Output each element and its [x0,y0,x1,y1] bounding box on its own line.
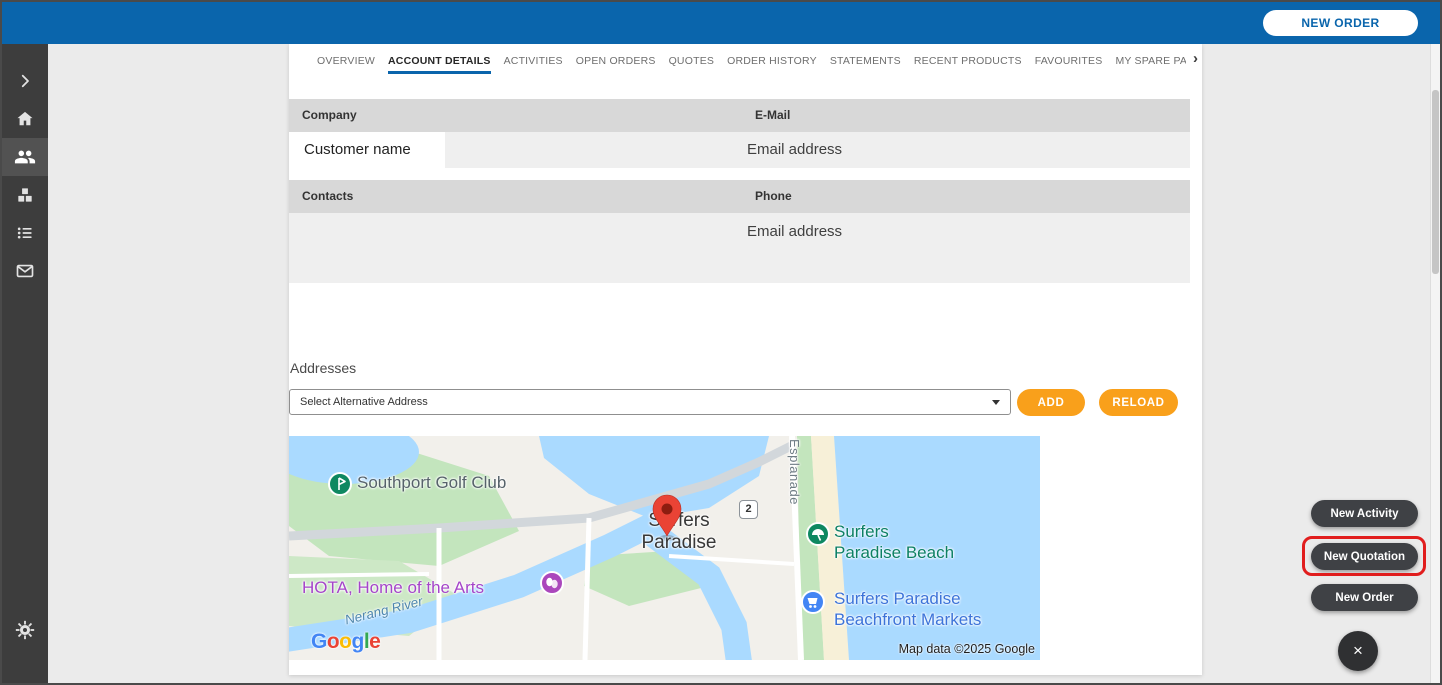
hota-label[interactable]: HOTA, Home of the Arts [302,578,484,598]
tab-statements[interactable]: STATEMENTS [830,55,901,74]
topbar: NEW ORDER [2,2,1440,44]
details-value-row-1: Customer name Email address [289,132,1190,168]
reload-addresses-button[interactable]: RELOAD [1099,389,1178,416]
tab-bar: OVERVIEW ACCOUNT DETAILS ACTIVITIES OPEN… [317,44,1186,74]
tabs-more-icon[interactable]: › [1193,50,1198,68]
markets-label-line2: Beachfront Markets [834,609,981,630]
sidebar-item-settings[interactable] [2,611,48,649]
new-order-fab-button[interactable]: New Order [1311,584,1418,611]
boxes-icon [15,185,35,205]
add-address-button[interactable]: ADD [1017,389,1085,416]
golf-club-poi-icon[interactable] [329,473,351,495]
tab-order-history[interactable]: ORDER HISTORY [727,55,817,74]
scrollbar-thumb[interactable] [1432,90,1439,274]
company-header: Company [302,99,357,132]
home-icon [15,109,35,129]
alternative-address-select[interactable]: Select Alternative Address [289,389,1011,415]
esplanade-label: Esplanade [787,439,802,505]
company-input[interactable]: Customer name [289,132,445,168]
google-logo-letter: G [311,630,327,653]
alternative-address-select-value: Select Alternative Address [300,396,428,408]
details-value-row-2: Email address [289,213,1190,283]
sidebar-item-products[interactable] [2,176,48,214]
tab-open-orders[interactable]: OPEN ORDERS [576,55,656,74]
sidebar-expand-button[interactable] [2,62,48,100]
markets-label-line1: Surfers Paradise [834,588,981,609]
fab-close-button[interactable]: × [1338,631,1378,671]
google-logo-letter: o [339,630,351,653]
google-logo-letter: o [327,630,339,653]
sidebar-item-mail[interactable] [2,252,48,290]
phone-header: Phone [755,180,792,213]
tab-activities[interactable]: ACTIVITIES [504,55,563,74]
mail-icon [15,261,35,281]
email-value: Email address [747,132,842,168]
google-logo[interactable]: Google [311,630,380,654]
email-header: E-Mail [755,99,790,132]
tab-favourites[interactable]: FAVOURITES [1035,55,1103,74]
new-quotation-button[interactable]: New Quotation [1311,543,1418,570]
addresses-title: Addresses [290,360,356,376]
markets-label[interactable]: Surfers Paradise Beachfront Markets [834,588,981,630]
beach-label[interactable]: Surfers Paradise Beach [834,521,954,563]
new-activity-button[interactable]: New Activity [1311,500,1418,527]
tab-overview[interactable]: OVERVIEW [317,55,375,74]
map-pin-icon[interactable] [647,492,687,540]
tab-account-details[interactable]: ACCOUNT DETAILS [388,55,491,74]
contacts-email-value: Email address [747,222,842,242]
list-icon [15,223,35,243]
contacts-header: Contacts [302,180,353,213]
beach-label-line1: Surfers [834,521,954,542]
map[interactable]: 2 Southport Golf Club Surfers Paradise E… [289,436,1040,660]
hota-poi-icon[interactable] [541,572,563,594]
details-header-row-2: Contacts Phone [289,180,1190,213]
sidebar-item-orders-list[interactable] [2,214,48,252]
app-window: NEW ORDER [0,0,1442,685]
sidebar [2,44,48,683]
google-logo-letter: g [352,630,364,653]
dropdown-arrow-icon [992,400,1000,405]
google-logo-letter: e [369,630,380,653]
markets-poi-icon[interactable] [802,591,824,613]
golf-club-label[interactable]: Southport Golf Club [357,473,506,493]
details-header-row-1: Company E-Mail [289,99,1190,132]
scrollbar-track[interactable] [1430,44,1440,683]
tab-recent-products[interactable]: RECENT PRODUCTS [914,55,1022,74]
close-icon: × [1353,641,1363,660]
sidebar-item-home[interactable] [2,100,48,138]
tab-my-spare-parts[interactable]: MY SPARE PARTS [1115,55,1186,74]
chevron-right-icon [16,72,34,90]
beach-poi-icon[interactable] [807,523,829,545]
people-icon [14,146,36,168]
sidebar-item-customers[interactable] [2,138,48,176]
map-attribution: Map data ©2025 Google [899,642,1035,656]
beach-label-line2: Paradise Beach [834,542,954,563]
gear-icon [14,619,36,641]
new-order-topbar-button[interactable]: NEW ORDER [1263,10,1418,36]
account-details-card: OVERVIEW ACCOUNT DETAILS ACTIVITIES OPEN… [289,44,1202,675]
map-road-2 [289,574,429,576]
tab-quotes[interactable]: QUOTES [669,55,715,74]
